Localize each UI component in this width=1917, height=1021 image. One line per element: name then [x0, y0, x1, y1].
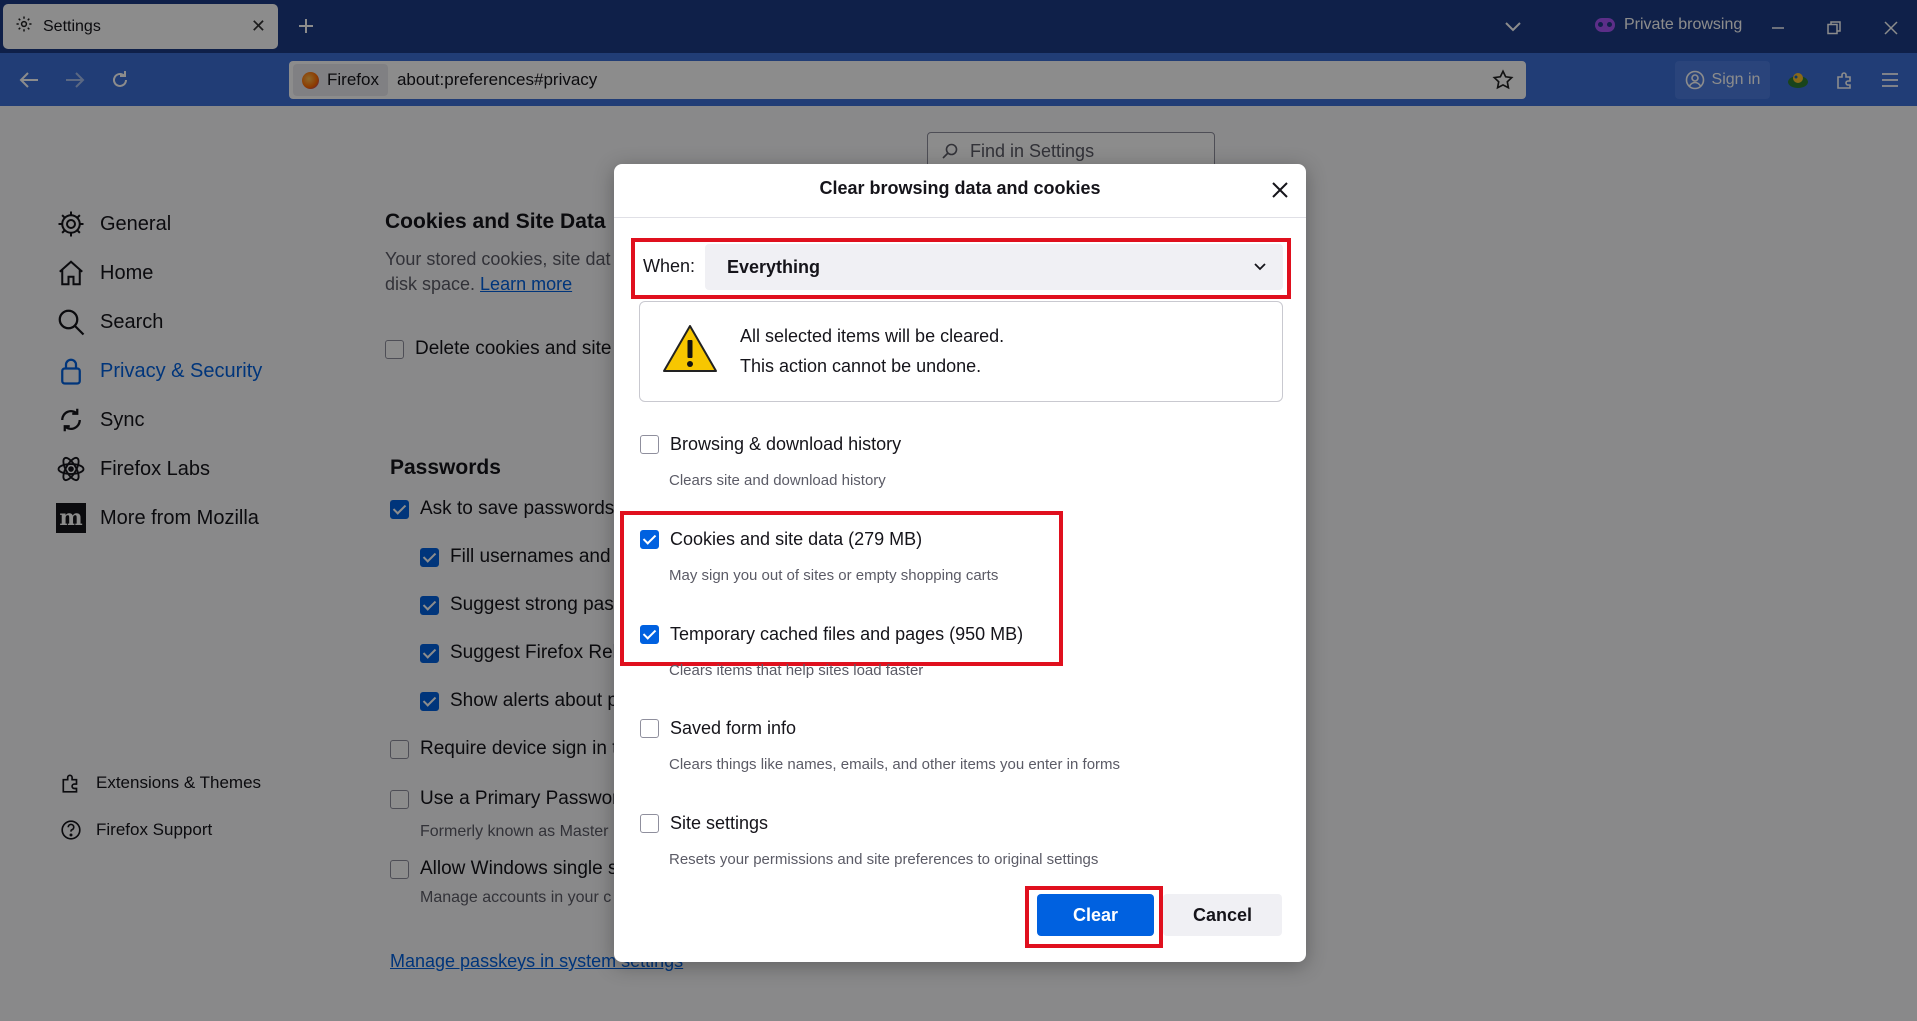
item-description: May sign you out of sites or empty shopp… [669, 567, 999, 584]
when-select-value: Everything [727, 256, 821, 277]
warning-line2: This action cannot be undone. [740, 356, 982, 376]
clear-button[interactable]: Clear [1037, 894, 1154, 936]
warning-line1: All selected items will be cleared. [740, 326, 1005, 346]
warning-box: All selected items will be cleared. This… [639, 301, 1283, 402]
item-label: Temporary cached files and pages (950 MB… [670, 624, 1024, 644]
item-label: Cookies and site data (279 MB) [670, 529, 923, 549]
item-label: Site settings [670, 813, 769, 833]
dialog-divider [614, 217, 1306, 218]
item-label: Saved form info [670, 718, 797, 738]
item-description: Clears things like names, emails, and ot… [669, 756, 1121, 773]
cached-files-row[interactable]: Temporary cached files and pages (950 MB… [640, 624, 1023, 645]
cookies-site-data-row[interactable]: Cookies and site data (279 MB) [640, 529, 922, 550]
browsing-history-row[interactable]: Browsing & download history [640, 434, 901, 455]
site-settings-checkbox[interactable] [640, 814, 659, 833]
item-description: Clears site and download history [669, 472, 886, 489]
item-label: Browsing & download history [670, 434, 902, 454]
cancel-button[interactable]: Cancel [1163, 894, 1282, 936]
saved-form-info-checkbox[interactable] [640, 719, 659, 738]
cached-files-checkbox[interactable] [640, 625, 659, 644]
clear-data-dialog: Clear browsing data and cookies When: Ev… [614, 164, 1306, 962]
when-label: When: [643, 256, 696, 276]
browsing-history-checkbox[interactable] [640, 435, 659, 454]
dialog-title: Clear browsing data and cookies [819, 178, 1101, 198]
chevron-down-icon [1237, 263, 1283, 271]
when-select[interactable]: Everything [705, 244, 1283, 290]
cookies-site-data-checkbox[interactable] [640, 530, 659, 549]
item-description: Clears items that help sites load faster [669, 662, 924, 679]
dialog-close-icon[interactable] [1266, 176, 1294, 204]
item-description: Resets your permissions and site prefere… [669, 851, 1099, 868]
site-settings-row[interactable]: Site settings [640, 813, 768, 834]
saved-form-info-row[interactable]: Saved form info [640, 718, 796, 739]
warning-icon [662, 324, 718, 379]
